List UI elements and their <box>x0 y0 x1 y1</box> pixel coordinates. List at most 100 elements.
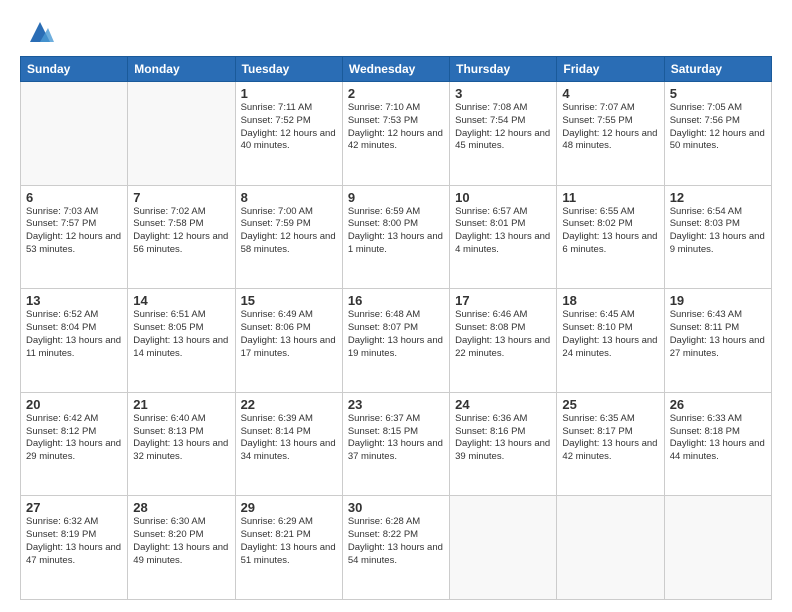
calendar-week-4: 20Sunrise: 6:42 AM Sunset: 8:12 PM Dayli… <box>21 392 772 496</box>
calendar-cell: 14Sunrise: 6:51 AM Sunset: 8:05 PM Dayli… <box>128 289 235 393</box>
col-header-thursday: Thursday <box>450 57 557 82</box>
day-info: Sunrise: 7:00 AM Sunset: 7:59 PM Dayligh… <box>241 206 337 257</box>
day-number: 21 <box>133 397 229 412</box>
calendar-cell: 7Sunrise: 7:02 AM Sunset: 7:58 PM Daylig… <box>128 185 235 289</box>
col-header-sunday: Sunday <box>21 57 128 82</box>
day-info: Sunrise: 7:05 AM Sunset: 7:56 PM Dayligh… <box>670 102 766 153</box>
calendar-cell: 12Sunrise: 6:54 AM Sunset: 8:03 PM Dayli… <box>664 185 771 289</box>
calendar-cell: 13Sunrise: 6:52 AM Sunset: 8:04 PM Dayli… <box>21 289 128 393</box>
calendar-cell: 27Sunrise: 6:32 AM Sunset: 8:19 PM Dayli… <box>21 496 128 600</box>
day-number: 2 <box>348 86 444 101</box>
calendar-cell <box>21 82 128 186</box>
day-number: 4 <box>562 86 658 101</box>
calendar-cell: 6Sunrise: 7:03 AM Sunset: 7:57 PM Daylig… <box>21 185 128 289</box>
day-info: Sunrise: 7:07 AM Sunset: 7:55 PM Dayligh… <box>562 102 658 153</box>
day-number: 6 <box>26 190 122 205</box>
day-number: 12 <box>670 190 766 205</box>
day-info: Sunrise: 6:35 AM Sunset: 8:17 PM Dayligh… <box>562 413 658 464</box>
day-number: 14 <box>133 293 229 308</box>
day-number: 23 <box>348 397 444 412</box>
day-number: 5 <box>670 86 766 101</box>
calendar-cell: 5Sunrise: 7:05 AM Sunset: 7:56 PM Daylig… <box>664 82 771 186</box>
day-info: Sunrise: 6:32 AM Sunset: 8:19 PM Dayligh… <box>26 516 122 567</box>
calendar-cell: 19Sunrise: 6:43 AM Sunset: 8:11 PM Dayli… <box>664 289 771 393</box>
day-info: Sunrise: 6:42 AM Sunset: 8:12 PM Dayligh… <box>26 413 122 464</box>
day-info: Sunrise: 7:10 AM Sunset: 7:53 PM Dayligh… <box>348 102 444 153</box>
calendar-week-3: 13Sunrise: 6:52 AM Sunset: 8:04 PM Dayli… <box>21 289 772 393</box>
day-number: 30 <box>348 500 444 515</box>
calendar-cell: 4Sunrise: 7:07 AM Sunset: 7:55 PM Daylig… <box>557 82 664 186</box>
calendar-cell: 9Sunrise: 6:59 AM Sunset: 8:00 PM Daylig… <box>342 185 449 289</box>
calendar-cell: 29Sunrise: 6:29 AM Sunset: 8:21 PM Dayli… <box>235 496 342 600</box>
day-number: 1 <box>241 86 337 101</box>
col-header-wednesday: Wednesday <box>342 57 449 82</box>
calendar-cell: 22Sunrise: 6:39 AM Sunset: 8:14 PM Dayli… <box>235 392 342 496</box>
day-number: 27 <box>26 500 122 515</box>
day-info: Sunrise: 6:45 AM Sunset: 8:10 PM Dayligh… <box>562 309 658 360</box>
day-number: 22 <box>241 397 337 412</box>
day-number: 29 <box>241 500 337 515</box>
day-info: Sunrise: 6:49 AM Sunset: 8:06 PM Dayligh… <box>241 309 337 360</box>
day-info: Sunrise: 6:37 AM Sunset: 8:15 PM Dayligh… <box>348 413 444 464</box>
day-info: Sunrise: 6:52 AM Sunset: 8:04 PM Dayligh… <box>26 309 122 360</box>
calendar-cell: 24Sunrise: 6:36 AM Sunset: 8:16 PM Dayli… <box>450 392 557 496</box>
page-header <box>20 18 772 46</box>
calendar-week-2: 6Sunrise: 7:03 AM Sunset: 7:57 PM Daylig… <box>21 185 772 289</box>
logo <box>20 18 54 46</box>
calendar-cell: 8Sunrise: 7:00 AM Sunset: 7:59 PM Daylig… <box>235 185 342 289</box>
logo-icon <box>26 18 54 46</box>
calendar-cell <box>557 496 664 600</box>
calendar-week-5: 27Sunrise: 6:32 AM Sunset: 8:19 PM Dayli… <box>21 496 772 600</box>
day-info: Sunrise: 6:29 AM Sunset: 8:21 PM Dayligh… <box>241 516 337 567</box>
calendar-cell: 15Sunrise: 6:49 AM Sunset: 8:06 PM Dayli… <box>235 289 342 393</box>
day-info: Sunrise: 7:11 AM Sunset: 7:52 PM Dayligh… <box>241 102 337 153</box>
calendar-cell: 16Sunrise: 6:48 AM Sunset: 8:07 PM Dayli… <box>342 289 449 393</box>
col-header-monday: Monday <box>128 57 235 82</box>
col-header-friday: Friday <box>557 57 664 82</box>
day-info: Sunrise: 6:43 AM Sunset: 8:11 PM Dayligh… <box>670 309 766 360</box>
calendar-cell: 25Sunrise: 6:35 AM Sunset: 8:17 PM Dayli… <box>557 392 664 496</box>
calendar-cell: 3Sunrise: 7:08 AM Sunset: 7:54 PM Daylig… <box>450 82 557 186</box>
day-number: 3 <box>455 86 551 101</box>
calendar-cell: 17Sunrise: 6:46 AM Sunset: 8:08 PM Dayli… <box>450 289 557 393</box>
calendar-cell: 10Sunrise: 6:57 AM Sunset: 8:01 PM Dayli… <box>450 185 557 289</box>
day-number: 24 <box>455 397 551 412</box>
calendar-week-1: 1Sunrise: 7:11 AM Sunset: 7:52 PM Daylig… <box>21 82 772 186</box>
day-number: 13 <box>26 293 122 308</box>
day-number: 20 <box>26 397 122 412</box>
day-info: Sunrise: 6:46 AM Sunset: 8:08 PM Dayligh… <box>455 309 551 360</box>
day-info: Sunrise: 6:54 AM Sunset: 8:03 PM Dayligh… <box>670 206 766 257</box>
day-number: 25 <box>562 397 658 412</box>
col-header-tuesday: Tuesday <box>235 57 342 82</box>
day-number: 26 <box>670 397 766 412</box>
day-number: 19 <box>670 293 766 308</box>
calendar-cell: 30Sunrise: 6:28 AM Sunset: 8:22 PM Dayli… <box>342 496 449 600</box>
calendar-cell: 1Sunrise: 7:11 AM Sunset: 7:52 PM Daylig… <box>235 82 342 186</box>
day-info: Sunrise: 7:03 AM Sunset: 7:57 PM Dayligh… <box>26 206 122 257</box>
calendar-cell: 2Sunrise: 7:10 AM Sunset: 7:53 PM Daylig… <box>342 82 449 186</box>
day-info: Sunrise: 6:30 AM Sunset: 8:20 PM Dayligh… <box>133 516 229 567</box>
day-info: Sunrise: 6:36 AM Sunset: 8:16 PM Dayligh… <box>455 413 551 464</box>
calendar-table: SundayMondayTuesdayWednesdayThursdayFrid… <box>20 56 772 600</box>
calendar-cell: 26Sunrise: 6:33 AM Sunset: 8:18 PM Dayli… <box>664 392 771 496</box>
calendar-cell: 18Sunrise: 6:45 AM Sunset: 8:10 PM Dayli… <box>557 289 664 393</box>
day-number: 8 <box>241 190 337 205</box>
calendar-cell <box>664 496 771 600</box>
day-info: Sunrise: 6:40 AM Sunset: 8:13 PM Dayligh… <box>133 413 229 464</box>
calendar-cell: 20Sunrise: 6:42 AM Sunset: 8:12 PM Dayli… <box>21 392 128 496</box>
day-number: 11 <box>562 190 658 205</box>
day-number: 9 <box>348 190 444 205</box>
calendar-cell <box>450 496 557 600</box>
day-info: Sunrise: 6:28 AM Sunset: 8:22 PM Dayligh… <box>348 516 444 567</box>
day-number: 18 <box>562 293 658 308</box>
day-info: Sunrise: 6:51 AM Sunset: 8:05 PM Dayligh… <box>133 309 229 360</box>
day-info: Sunrise: 6:57 AM Sunset: 8:01 PM Dayligh… <box>455 206 551 257</box>
calendar-cell <box>128 82 235 186</box>
day-info: Sunrise: 6:55 AM Sunset: 8:02 PM Dayligh… <box>562 206 658 257</box>
day-info: Sunrise: 7:08 AM Sunset: 7:54 PM Dayligh… <box>455 102 551 153</box>
day-number: 17 <box>455 293 551 308</box>
day-info: Sunrise: 6:33 AM Sunset: 8:18 PM Dayligh… <box>670 413 766 464</box>
day-info: Sunrise: 7:02 AM Sunset: 7:58 PM Dayligh… <box>133 206 229 257</box>
day-info: Sunrise: 6:39 AM Sunset: 8:14 PM Dayligh… <box>241 413 337 464</box>
day-number: 7 <box>133 190 229 205</box>
